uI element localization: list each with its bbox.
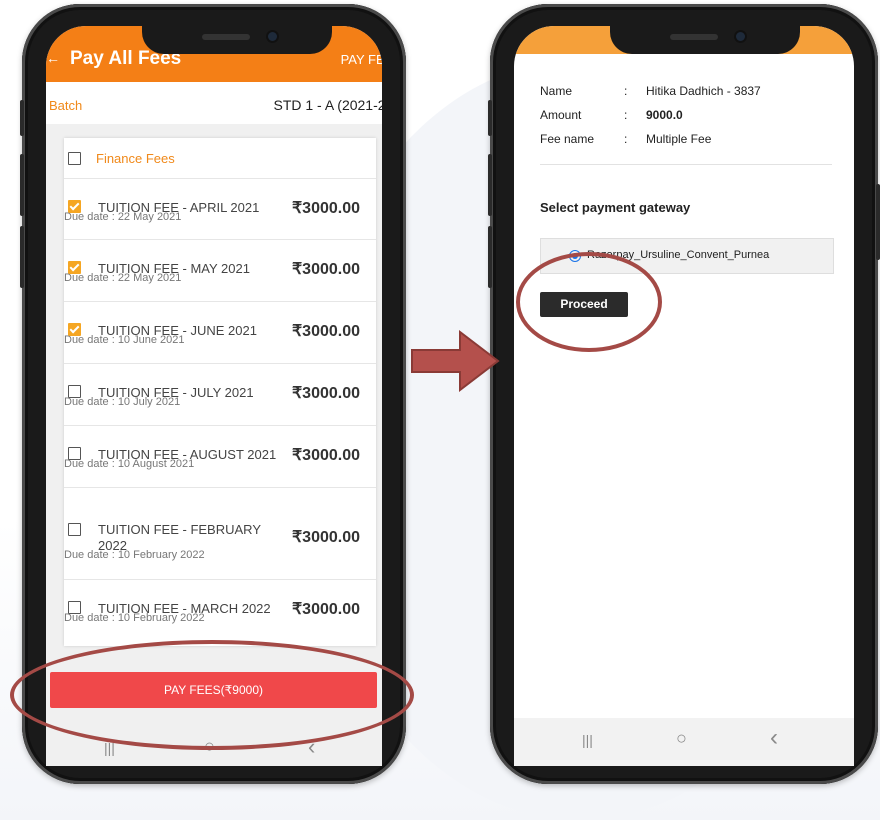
- fee-amount: ₹3000.00: [291, 200, 360, 217]
- fee-amount: ₹3000.00: [291, 385, 360, 402]
- fee-amount: ₹3000.00: [291, 529, 360, 546]
- side-button: [20, 100, 24, 136]
- notch: [142, 26, 332, 54]
- batch-row[interactable]: Batch STD 1 - A (2021-22): [46, 82, 382, 124]
- right-screen: Name : Hitika Dadhich - 3837 Amount : 90…: [514, 26, 854, 766]
- side-button: [488, 100, 492, 136]
- fees-card: Finance Fees TUITION FEE - APRIL 2021 Du…: [64, 138, 376, 646]
- group-label: Finance Fees: [96, 151, 175, 166]
- side-button: [488, 154, 492, 216]
- fee-amount: ₹3000.00: [291, 261, 360, 278]
- info-sep: :: [624, 132, 628, 146]
- fee-due-date: Due date : 10 February 2022: [64, 612, 205, 624]
- info-key: Fee name: [540, 132, 595, 146]
- recents-icon[interactable]: |||: [582, 732, 593, 748]
- fee-row[interactable]: TUITION FEE - JUNE 2021 Due date : 10 Ju…: [64, 301, 376, 364]
- info-value: Multiple Fee: [646, 132, 712, 146]
- home-icon[interactable]: ○: [676, 728, 687, 749]
- fee-row[interactable]: TUITION FEE - JULY 2021 Due date : 10 Ju…: [64, 363, 376, 426]
- fee-row[interactable]: TUITION FEE - APRIL 2021 Due date : 22 M…: [64, 178, 376, 240]
- speaker: [670, 34, 718, 40]
- fee-row[interactable]: TUITION FEE - MARCH 2022 Due date : 10 F…: [64, 579, 376, 645]
- fee-due-date: Due date : 10 June 2021: [64, 334, 185, 346]
- right-phone-frame: Name : Hitika Dadhich - 3837 Amount : 90…: [488, 4, 880, 784]
- back-icon[interactable]: ‹: [770, 724, 778, 752]
- speaker: [202, 34, 250, 40]
- pay-fees-action[interactable]: PAY FEES: [341, 52, 382, 67]
- fee-due-date: Due date : 22 May 2021: [64, 211, 182, 223]
- highlight-ellipse-proceed: [516, 252, 662, 352]
- fee-due-date: Due date : 10 July 2021: [64, 396, 181, 408]
- highlight-ellipse-pay: [10, 640, 414, 750]
- fee-due-date: Due date : 10 August 2021: [64, 458, 195, 470]
- fee-row[interactable]: TUITION FEE - AUGUST 2021 Due date : 10 …: [64, 425, 376, 488]
- notch: [610, 26, 800, 54]
- fee-amount: ₹3000.00: [291, 447, 360, 464]
- divider: [540, 164, 832, 165]
- side-button: [876, 184, 880, 260]
- fee-row[interactable]: TUITION FEE - FEBRUARY 2022 Due date : 1…: [64, 487, 376, 580]
- camera: [268, 32, 277, 41]
- info-sep: :: [624, 84, 628, 98]
- info-sep: :: [624, 108, 628, 122]
- side-button: [20, 226, 24, 288]
- arrow-right-icon: [411, 330, 500, 392]
- info-value: 9000.0: [646, 108, 683, 122]
- info-key: Name: [540, 84, 573, 98]
- fee-amount: ₹3000.00: [291, 601, 360, 618]
- camera: [736, 32, 745, 41]
- batch-value: STD 1 - A (2021-22): [273, 97, 382, 113]
- group-header[interactable]: Finance Fees: [64, 138, 376, 179]
- fee-due-date: Due date : 10 February 2022: [64, 549, 205, 561]
- arrow-left-icon[interactable]: ←: [46, 50, 60, 66]
- side-button: [20, 154, 24, 216]
- fee-due-date: Due date : 22 May 2021: [64, 272, 182, 284]
- fee-row[interactable]: TUITION FEE - MAY 2021 Due date : 22 May…: [64, 239, 376, 302]
- info-key: Amount: [540, 108, 582, 122]
- fee-checkbox[interactable]: [68, 523, 81, 536]
- system-nav-bar: ||| ○ ‹: [514, 718, 854, 766]
- batch-label: Batch: [49, 98, 83, 113]
- side-button: [488, 226, 492, 288]
- group-checkbox[interactable]: [68, 152, 81, 165]
- info-value: Hitika Dadhich - 3837: [646, 84, 761, 98]
- fee-amount: ₹3000.00: [291, 323, 360, 340]
- gateway-title: Select payment gateway: [540, 200, 691, 215]
